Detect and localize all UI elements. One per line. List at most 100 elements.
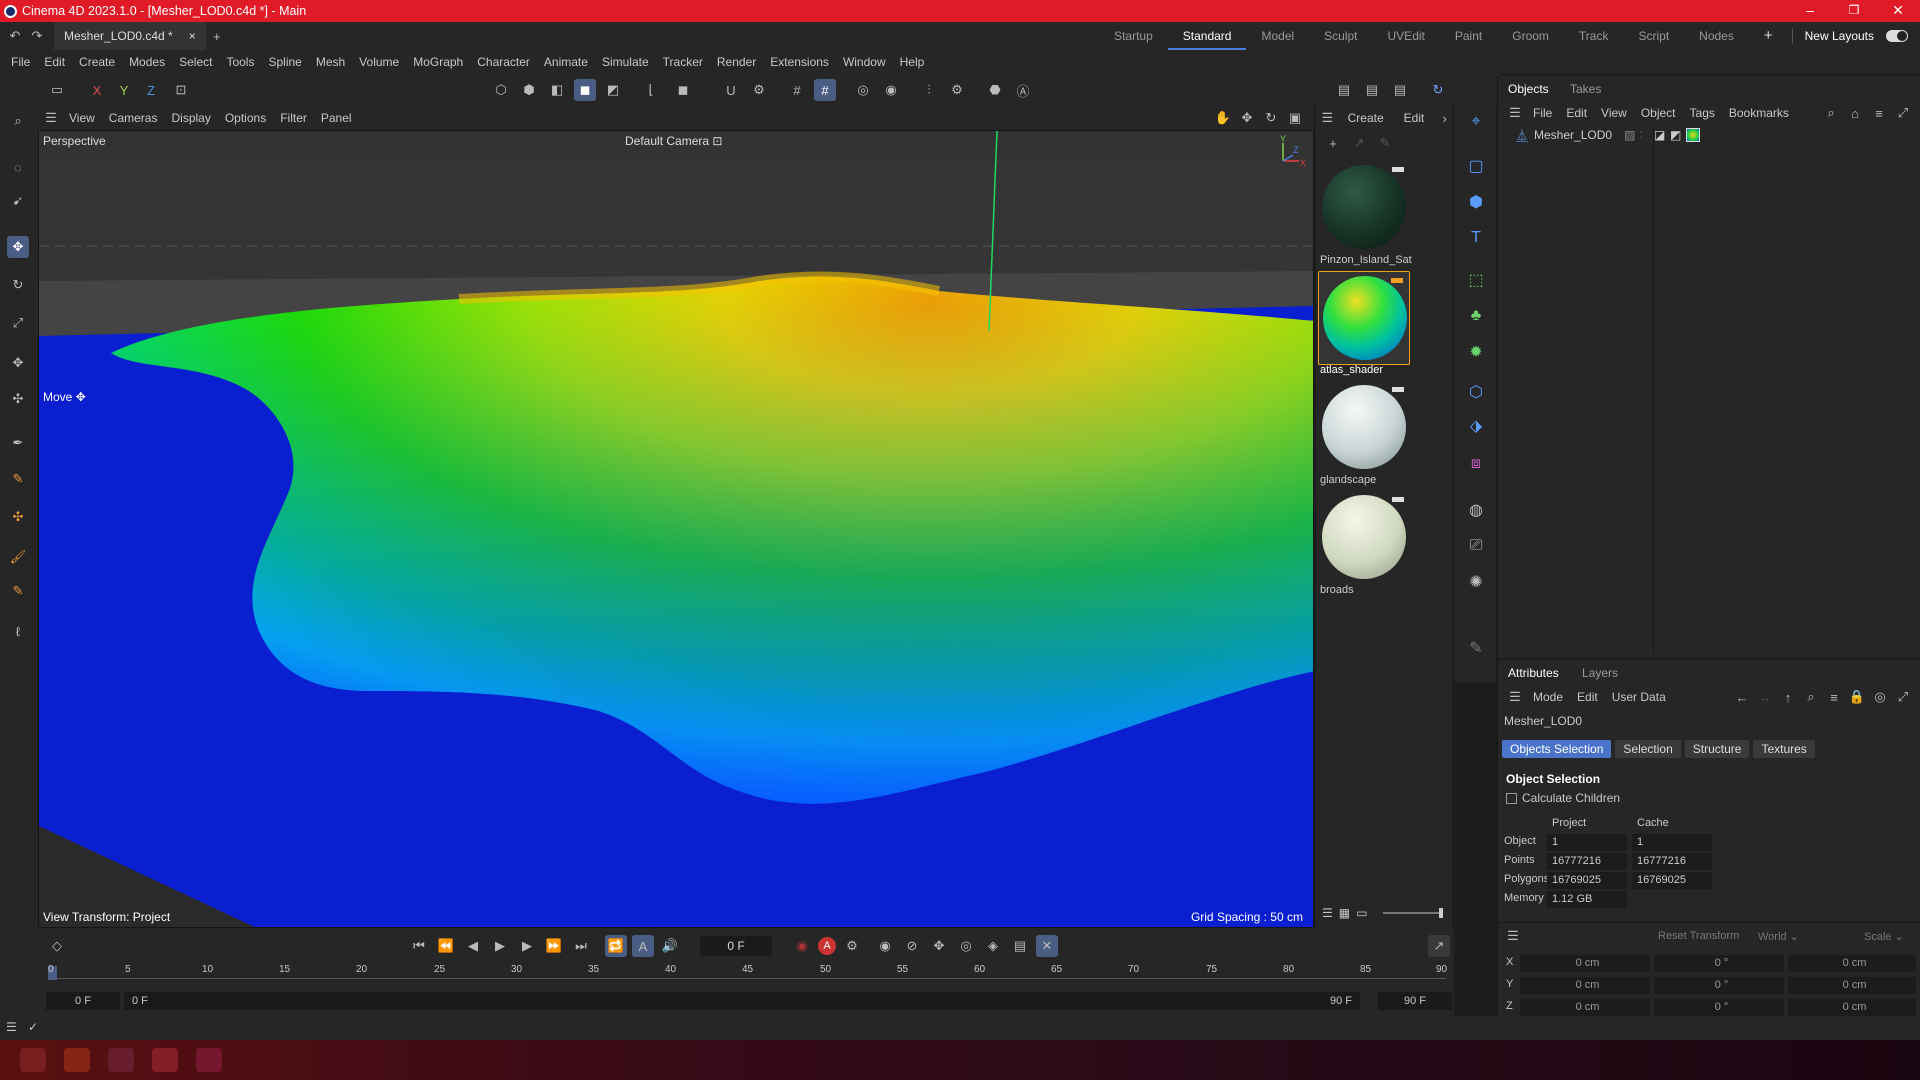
- filter-icon[interactable]: ≡: [1823, 686, 1845, 708]
- layout-tab-sculpt[interactable]: Sculpt: [1309, 22, 1372, 50]
- grid-snap-icon[interactable]: #: [786, 79, 808, 101]
- key-scale-icon[interactable]: ✥: [928, 935, 950, 957]
- search-icon[interactable]: ⌕: [1800, 686, 1822, 708]
- attribute-menu-icon[interactable]: ☰: [1504, 686, 1526, 708]
- hair-tool-icon[interactable]: ℓ: [7, 620, 29, 642]
- menu-mograph[interactable]: MoGraph: [406, 55, 470, 69]
- scale-x-field[interactable]: 0 cm: [1788, 955, 1916, 972]
- object-row[interactable]: ⏅ Mesher_LOD0 ▨ ⁚ ◪ ◩: [1516, 126, 1906, 144]
- menu-help[interactable]: Help: [893, 55, 932, 69]
- layout-tab-startup[interactable]: Startup: [1099, 22, 1168, 50]
- rotation-x-field[interactable]: 0 °: [1654, 955, 1784, 972]
- toggle-view-icon[interactable]: ▣: [1284, 107, 1306, 129]
- coordinate-system-icon[interactable]: ⊡: [170, 79, 192, 101]
- workplane-icon[interactable]: #: [814, 79, 836, 101]
- viewport-menu-options[interactable]: Options: [218, 111, 273, 125]
- go-to-end-icon[interactable]: ⏭: [570, 935, 592, 957]
- solo-mode-icon[interactable]: ◼: [672, 79, 694, 101]
- lock-x-axis-button[interactable]: X: [86, 79, 108, 101]
- taskbar-app-icon[interactable]: [64, 1048, 90, 1072]
- polygon-mode-icon[interactable]: ◧: [546, 79, 568, 101]
- menu-extensions[interactable]: Extensions: [763, 55, 836, 69]
- object-menu-view[interactable]: View: [1594, 106, 1634, 120]
- uv-mode-icon[interactable]: ◩: [602, 79, 624, 101]
- layout-tab-uvedit[interactable]: UVEdit: [1373, 22, 1440, 50]
- spline-icon[interactable]: ▢: [1464, 154, 1488, 178]
- model-mode-icon[interactable]: ◼: [574, 79, 596, 101]
- rotation-y-field[interactable]: 0 °: [1654, 977, 1784, 994]
- reset-transform-button[interactable]: Reset Transform: [1658, 930, 1739, 942]
- current-frame-field[interactable]: 0 F: [700, 936, 772, 956]
- view-bookmark-icon[interactable]: ▭: [46, 79, 68, 101]
- rotation-z-field[interactable]: 0 °: [1654, 999, 1784, 1016]
- menu-simulate[interactable]: Simulate: [595, 55, 656, 69]
- lock-icon[interactable]: 🔒: [1846, 686, 1868, 708]
- coordinates-menu-icon[interactable]: ☰: [1502, 925, 1524, 947]
- material-menu-icon[interactable]: ☰: [1320, 107, 1335, 129]
- viewport-menu-cameras[interactable]: Cameras: [102, 111, 165, 125]
- select-camera-icon[interactable]: ⌖: [1464, 110, 1488, 134]
- key-grid-icon[interactable]: ▤: [1009, 935, 1031, 957]
- go-to-start-icon[interactable]: ⏮: [408, 935, 430, 957]
- mograph-cloner-icon[interactable]: ♣: [1464, 304, 1488, 328]
- menu-mesh[interactable]: Mesh: [309, 55, 352, 69]
- previous-key-icon[interactable]: ⏪: [435, 935, 457, 957]
- taskbar-app-icon[interactable]: [196, 1048, 222, 1072]
- layout-tab-paint[interactable]: Paint: [1440, 22, 1497, 50]
- render-view-icon[interactable]: ⬣: [984, 79, 1006, 101]
- environment-icon[interactable]: ◍: [1464, 498, 1488, 522]
- keyframe-diamond-icon[interactable]: ◇: [46, 935, 68, 957]
- layout-tab-model[interactable]: Model: [1246, 22, 1309, 50]
- previous-frame-icon[interactable]: ◀: [462, 935, 484, 957]
- icon-size-slider[interactable]: [1383, 908, 1444, 918]
- tab-objects[interactable]: Objects: [1500, 76, 1557, 102]
- attribute-menu-mode[interactable]: Mode: [1526, 690, 1570, 704]
- attribute-menu-user-data[interactable]: User Data: [1605, 690, 1673, 704]
- material-atlas-shader[interactable]: [1318, 271, 1410, 365]
- key-param-icon[interactable]: ◎: [955, 935, 977, 957]
- visibility-dots-icon[interactable]: ⁚: [1639, 130, 1642, 141]
- workplane-mode-icon[interactable]: ◎: [852, 79, 874, 101]
- back-arrow-icon[interactable]: ←: [1731, 686, 1753, 708]
- add-layout-button[interactable]: +: [1749, 22, 1788, 50]
- live-selection-icon[interactable]: ◌: [7, 156, 29, 178]
- move-tool-icon[interactable]: ✥: [7, 236, 29, 258]
- viewport-menu-display[interactable]: Display: [164, 111, 217, 125]
- position-z-field[interactable]: 0 cm: [1520, 999, 1650, 1016]
- pan-view-icon[interactable]: ✋: [1212, 107, 1234, 129]
- subtab-objects-selection[interactable]: Objects Selection: [1502, 740, 1612, 758]
- search-icon[interactable]: ⌕: [1820, 102, 1842, 124]
- status-menu-icon[interactable]: ☰: [6, 1020, 17, 1034]
- viewport-menu-filter[interactable]: Filter: [273, 111, 314, 125]
- new-manager-icon[interactable]: ◎: [1869, 686, 1891, 708]
- rotate-tool-icon[interactable]: ↻: [7, 274, 29, 296]
- autokey-icon[interactable]: A: [818, 937, 836, 955]
- effector-icon[interactable]: ✹: [1464, 340, 1488, 364]
- record-icon[interactable]: ◉: [791, 935, 813, 957]
- object-menu-file[interactable]: File: [1526, 106, 1559, 120]
- rotate-view-icon[interactable]: ↻: [1260, 107, 1282, 129]
- tab-takes[interactable]: Takes: [1562, 76, 1609, 102]
- snap-settings-icon[interactable]: ⚙: [748, 79, 770, 101]
- active-camera-label[interactable]: Default Camera ⊡: [625, 134, 722, 148]
- material-pinzon-island-sat[interactable]: [1318, 161, 1410, 255]
- filter-icon[interactable]: ≡: [1868, 102, 1890, 124]
- render-region-icon[interactable]: ▤: [1333, 79, 1355, 101]
- soft-selection-icon[interactable]: ◉: [880, 79, 902, 101]
- layout-tab-nodes[interactable]: Nodes: [1684, 22, 1749, 50]
- object-menu-tags[interactable]: Tags: [1683, 106, 1722, 120]
- loop-icon[interactable]: 🔁: [605, 935, 627, 957]
- position-y-field[interactable]: 0 cm: [1520, 977, 1650, 994]
- attribute-menu-edit[interactable]: Edit: [1570, 690, 1605, 704]
- position-x-field[interactable]: 0 cm: [1520, 955, 1650, 972]
- play-icon[interactable]: ▶: [489, 935, 511, 957]
- home-icon[interactable]: ⌂: [1844, 102, 1866, 124]
- viewport-menu-panel[interactable]: Panel: [314, 111, 359, 125]
- sculpt-brush-icon[interactable]: ✎: [7, 580, 29, 602]
- menu-create[interactable]: Create: [72, 55, 122, 69]
- move-view-icon[interactable]: ✥: [1236, 107, 1258, 129]
- spline-pen-icon[interactable]: ✒: [7, 432, 29, 454]
- scale-y-field[interactable]: 0 cm: [1788, 977, 1916, 994]
- transform-tool-icon[interactable]: ✥: [7, 352, 29, 374]
- menu-edit[interactable]: Edit: [37, 55, 72, 69]
